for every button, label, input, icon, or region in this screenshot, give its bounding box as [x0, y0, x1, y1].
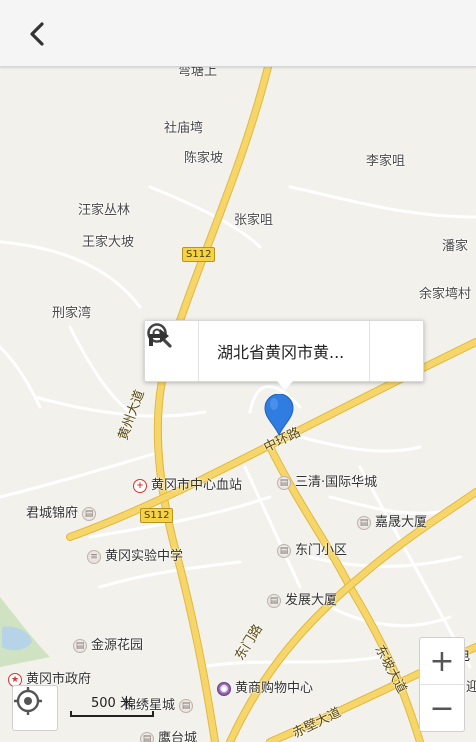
place-label: 张家咀	[234, 213, 274, 228]
poi-label: 黄商购物中心	[235, 681, 314, 696]
route-button[interactable]	[149, 321, 423, 381]
poi-label: 嘉晟大厦	[375, 515, 428, 530]
place-label: 刑家湾	[52, 306, 92, 321]
place-label: 李家咀	[366, 154, 406, 169]
route-turn-icon	[149, 329, 169, 346]
building-icon: ▤	[277, 476, 291, 490]
top-bar	[0, 0, 476, 67]
poi-label: 鹰台城	[158, 731, 198, 742]
poi-jiasheng[interactable]: ▤ 嘉晟大厦	[357, 515, 427, 531]
shopping-icon: ◉	[217, 682, 231, 696]
building-icon: ▤	[277, 544, 291, 558]
place-label: 余家塆村	[419, 287, 472, 302]
poi-label: 发展大厦	[285, 593, 338, 608]
building-icon: ▤	[267, 594, 281, 608]
poi-shopping[interactable]: ◉ 黄商购物中心	[217, 681, 313, 697]
poi-label: 东门小区	[295, 543, 348, 558]
place-label: 陈家坡	[184, 151, 224, 166]
poi-label: 迎	[466, 680, 476, 695]
building-icon: ▤	[73, 639, 87, 653]
location-callout[interactable]: 湖北省黄冈市黄...	[144, 320, 424, 390]
building-icon: ▤	[357, 516, 371, 530]
poi-label: 三清·国际华城	[295, 475, 378, 490]
locate-icon	[14, 687, 42, 715]
poi-fazhan[interactable]: ▤ 发展大厦	[267, 593, 337, 609]
poi-sanqing[interactable]: ▤ 三清·国际华城	[277, 475, 377, 491]
building-icon: ▤	[179, 699, 194, 713]
map-view[interactable]: 弯塘上 社庙塆 陈家坡 李家咀 汪家丛林 张家咀 王家大坡 潘家 余家塆村 刑家…	[0, 67, 476, 742]
zoom-in-button[interactable]: +	[420, 638, 464, 684]
place-label: 潘家	[442, 239, 469, 254]
place-label: 汪家丛林	[78, 203, 131, 218]
poi-school[interactable]: ≡ 黄冈实验中学	[87, 549, 183, 565]
poi-label: 君城锦府	[26, 506, 79, 521]
poi-juncheng[interactable]: 君城锦府 ▤	[26, 506, 97, 522]
poi-label: 金源花园	[91, 638, 144, 653]
place-label: 王家大坡	[82, 235, 135, 250]
poi-label: 黄冈实验中学	[105, 549, 184, 564]
road-shield: S112	[182, 247, 216, 262]
address-label: 湖北省黄冈市黄...	[198, 321, 370, 381]
locate-button[interactable]	[12, 685, 58, 731]
poi-label: 黄冈市中心血站	[151, 478, 243, 493]
scale-bar: 500 米	[70, 692, 154, 717]
hospital-icon: +	[133, 479, 147, 493]
poi-bottom[interactable]: ▤ 鹰台城	[140, 731, 197, 742]
building-icon: ▤	[82, 507, 97, 521]
zoom-controls: + −	[419, 637, 465, 732]
place-label: 社庙塆	[164, 121, 204, 136]
zoom-out-button[interactable]: −	[420, 684, 464, 731]
poi-dongmen[interactable]: ▤ 东门小区	[277, 543, 347, 559]
scale-label: 500 米	[91, 696, 133, 711]
building-icon: ▤	[140, 732, 154, 742]
place-label: 弯塘上	[178, 67, 218, 79]
poi-jinyuan[interactable]: ▤ 金源花园	[73, 638, 143, 654]
back-button[interactable]	[22, 18, 54, 50]
road-shield: S112	[140, 508, 174, 523]
school-icon: ≡	[87, 550, 101, 564]
scale-line	[70, 711, 154, 717]
poi-blood-center[interactable]: + 黄冈市中心血站	[133, 478, 242, 494]
chevron-left-icon	[30, 22, 44, 46]
